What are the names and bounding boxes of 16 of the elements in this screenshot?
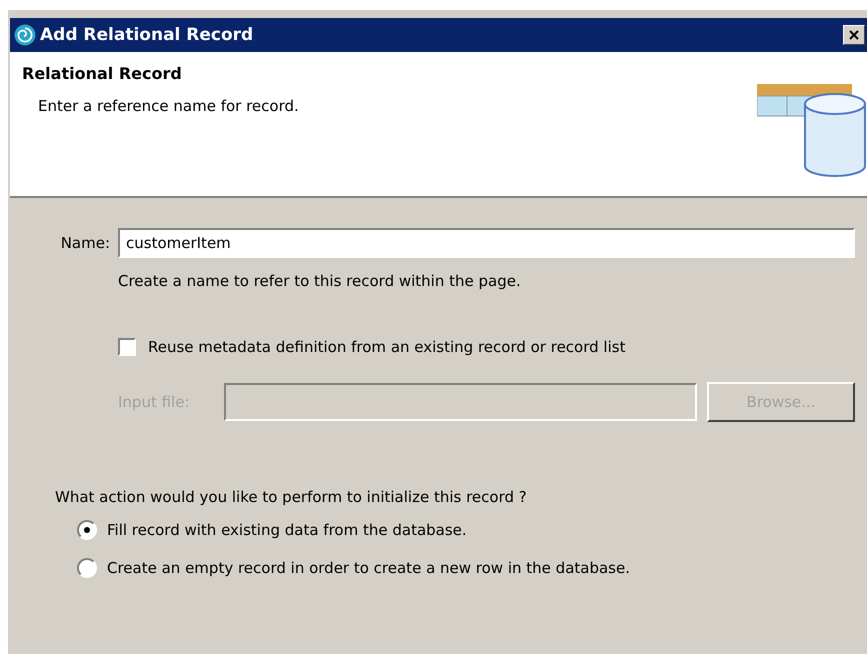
swirl-icon: [14, 24, 36, 46]
window-title: Add Relational Record: [40, 25, 254, 45]
reuse-checkbox[interactable]: [118, 338, 136, 356]
reuse-label: Reuse metadata definition from an existing record or record list: [148, 338, 626, 356]
radio-button[interactable]: [77, 558, 97, 578]
option-label: Create an empty record in order to create a new row in the database.: [107, 559, 630, 577]
name-field[interactable]: customerItem: [118, 228, 855, 258]
name-hint: Create a name to refer to this record within the page.: [118, 272, 522, 290]
close-button[interactable]: [843, 25, 865, 45]
name-label: Name:: [60, 234, 111, 252]
page-description: Enter a reference name for record.: [38, 97, 299, 115]
action-question: What action would you like to perform to initialize this record ?: [55, 488, 528, 506]
option-label: Fill record with existing data from the database.: [107, 521, 467, 539]
radio-button[interactable]: [77, 520, 97, 540]
page-title: Relational Record: [22, 64, 183, 83]
close-icon: [849, 30, 859, 40]
